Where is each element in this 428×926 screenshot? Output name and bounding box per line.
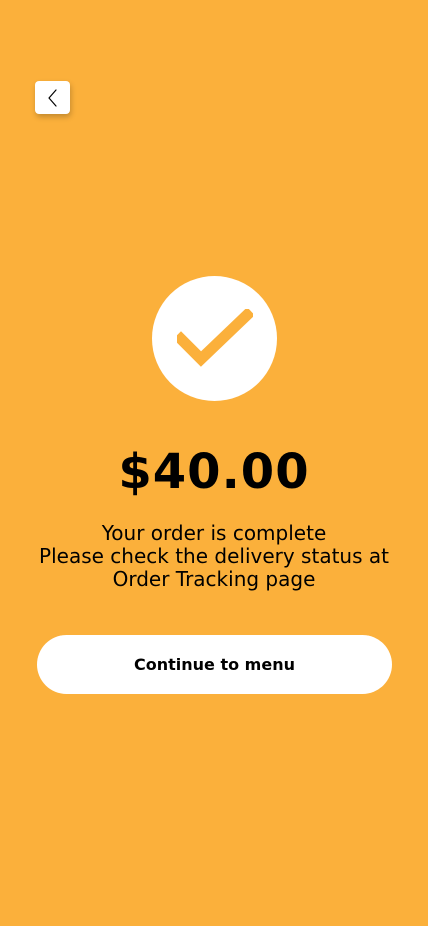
success-badge (152, 276, 277, 401)
chevron-left-icon (47, 88, 57, 107)
message-line-2: Please check the delivery status at (39, 544, 389, 568)
checkmark-icon (176, 308, 253, 367)
back-button[interactable] (35, 81, 70, 114)
message-line-1: Your order is complete (101, 521, 327, 545)
order-complete-message: Your order is complete Please check the … (20, 522, 408, 591)
order-amount: $40.00 (118, 444, 310, 500)
message-line-3: Order Tracking page (112, 567, 316, 591)
continue-to-menu-button[interactable]: Continue to menu (37, 635, 392, 694)
order-complete-screen: $40.00 Your order is complete Please che… (0, 0, 428, 926)
